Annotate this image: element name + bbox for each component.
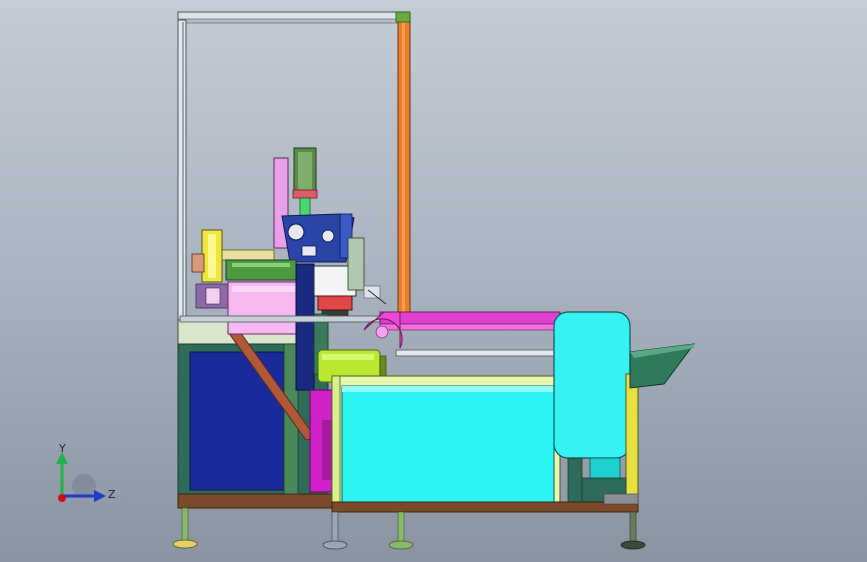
axis-triad: Y Z (56, 442, 116, 502)
cyan-hood (553, 311, 639, 505)
leveling-feet (172, 507, 646, 550)
cad-viewport[interactable]: Y Z (0, 0, 867, 562)
cyan-tank (331, 375, 561, 507)
z-arrow-icon (94, 490, 106, 502)
z-axis-label: Z (108, 488, 116, 501)
machine-model[interactable] (0, 0, 867, 562)
triad-shadow (72, 474, 96, 498)
y-axis-label: Y (58, 442, 66, 455)
pink-cover (227, 281, 301, 335)
discharge-chute (629, 343, 696, 389)
magenta-frame (309, 389, 334, 493)
x-axis-dot-icon (58, 494, 66, 502)
blue-bracket (281, 213, 355, 263)
